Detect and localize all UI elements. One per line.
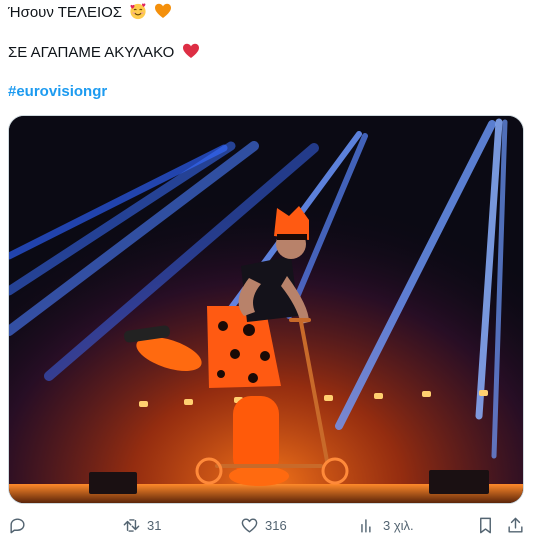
tweet-action-bar: 31 316 3 χιλ.	[0, 512, 534, 538]
analytics-icon	[361, 518, 371, 533]
tweet-text: ΣΕ ΑΓΑΠΑΜΕ ΑΚΥΛΑΚΟ	[8, 44, 175, 61]
views-button[interactable]: 3 χιλ.	[358, 512, 414, 538]
bookmark-icon	[480, 517, 491, 533]
retweet-icon	[123, 518, 140, 532]
red-heart-emoji-icon	[182, 42, 200, 66]
retweet-count: 31	[147, 517, 162, 533]
smiling-face-with-hearts-emoji-icon	[129, 2, 147, 26]
share-button[interactable]	[506, 512, 525, 538]
orange-heart-emoji-icon	[154, 2, 172, 26]
like-button[interactable]: 316	[240, 512, 287, 538]
share-icon	[508, 517, 523, 533]
heart-icon	[241, 517, 258, 533]
hashtag-link[interactable]: #eurovisiongr	[8, 82, 107, 102]
views-count: 3 χιλ.	[383, 517, 414, 533]
tweet-text-line-2: ΣΕ ΑΓΑΠΑΜΕ ΑΚΥΛΑΚΟ	[8, 42, 200, 66]
bookmark-button[interactable]	[476, 512, 495, 538]
tweet-text-line-1: Ήσουν ΤΕΛΕΙΟΣ	[8, 2, 172, 26]
tweet-text: Ήσουν ΤΕΛΕΙΟΣ	[8, 4, 123, 21]
reply-button[interactable]	[8, 512, 33, 538]
reply-icon	[10, 517, 25, 533]
like-count: 316	[265, 517, 287, 533]
retweet-button[interactable]: 31	[122, 512, 161, 538]
tweet-photo[interactable]	[8, 115, 524, 504]
